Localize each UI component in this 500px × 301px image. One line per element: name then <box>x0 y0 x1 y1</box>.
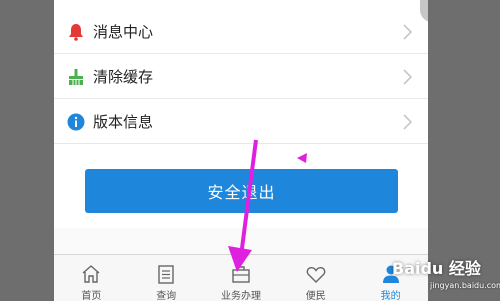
tab-label: 查询 <box>156 291 177 301</box>
bottom-tab-bar: 首页 查询 业务办理 便民 我的 <box>54 254 428 301</box>
menu-item-version-info[interactable]: 版本信息 <box>54 100 428 144</box>
menu-item-label: 消息中心 <box>93 23 154 41</box>
tab-query[interactable]: 查询 <box>129 255 204 301</box>
content-spacer <box>54 228 428 254</box>
menu-item-label: 版本信息 <box>93 113 154 131</box>
menu-item-label: 清除缓存 <box>93 68 154 86</box>
document-icon <box>158 265 174 284</box>
tab-label: 首页 <box>81 291 102 301</box>
chevron-right-icon <box>403 114 413 130</box>
bell-icon <box>67 23 85 41</box>
phone-screen: 消息中心 清除缓存 版本信息 安全退出 首页 查询 业务办理 便民 我的 <box>54 0 428 301</box>
tab-label: 我的 <box>380 291 401 301</box>
tab-business[interactable]: 业务办理 <box>204 255 279 301</box>
tab-label: 业务办理 <box>220 291 261 301</box>
home-icon <box>82 265 100 283</box>
tab-convenience[interactable]: 便民 <box>278 255 353 301</box>
watermark-url: jingyan.baidu.com <box>430 281 500 290</box>
briefcase-icon <box>232 266 250 283</box>
menu-item-messages[interactable]: 消息中心 <box>54 10 428 54</box>
tab-label: 便民 <box>305 291 326 301</box>
chevron-right-icon <box>403 69 413 85</box>
heart-icon <box>306 267 326 283</box>
tab-home[interactable]: 首页 <box>54 255 129 301</box>
logout-button[interactable]: 安全退出 <box>85 169 398 213</box>
chevron-right-icon <box>403 24 413 40</box>
info-icon <box>67 113 85 131</box>
watermark-logo: Baidu 经验 <box>392 259 481 278</box>
menu-item-clear-cache[interactable]: 清除缓存 <box>54 55 428 99</box>
broom-icon <box>67 68 85 86</box>
